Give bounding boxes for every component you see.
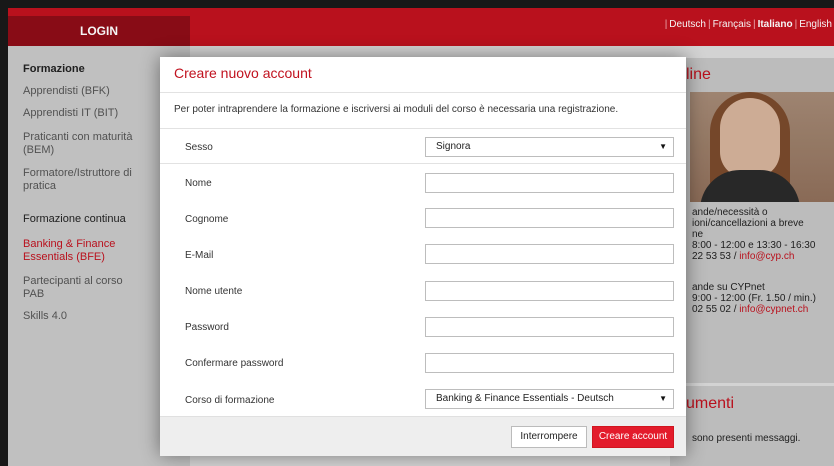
gender-select[interactable]: Signora ▼ xyxy=(425,137,674,157)
divider xyxy=(160,128,686,129)
divider xyxy=(160,163,686,164)
email-label: E-Mail xyxy=(185,250,214,261)
gender-label: Sesso xyxy=(185,142,213,153)
course-select[interactable]: Banking & Finance Essentials - Deutsch ▼ xyxy=(425,389,674,409)
username-label: Nome utente xyxy=(185,286,243,297)
first-name-field[interactable] xyxy=(425,173,674,193)
create-account-button[interactable]: Creare account xyxy=(592,426,674,448)
last-name-field[interactable] xyxy=(425,208,674,228)
create-account-dialog: Creare nuovo account Per poter intrapren… xyxy=(160,57,686,456)
chevron-down-icon: ▼ xyxy=(659,394,667,403)
confirm-password-label: Confermare password xyxy=(185,358,284,369)
cancel-button[interactable]: Interrompere xyxy=(511,426,587,448)
password-label: Password xyxy=(185,322,229,333)
email-field[interactable] xyxy=(425,244,674,264)
dialog-footer: Interrompere Creare account xyxy=(160,416,686,456)
confirm-password-field[interactable] xyxy=(425,353,674,373)
course-label: Corso di formazione xyxy=(185,395,275,406)
last-name-label: Cognome xyxy=(185,214,229,225)
dialog-intro: Per poter intraprendere la formazione e … xyxy=(174,104,619,115)
password-field[interactable] xyxy=(425,317,674,337)
chevron-down-icon: ▼ xyxy=(659,142,667,151)
divider xyxy=(160,92,686,93)
first-name-label: Nome xyxy=(185,178,212,189)
username-field[interactable] xyxy=(425,281,674,301)
dialog-title: Creare nuovo account xyxy=(174,65,312,81)
